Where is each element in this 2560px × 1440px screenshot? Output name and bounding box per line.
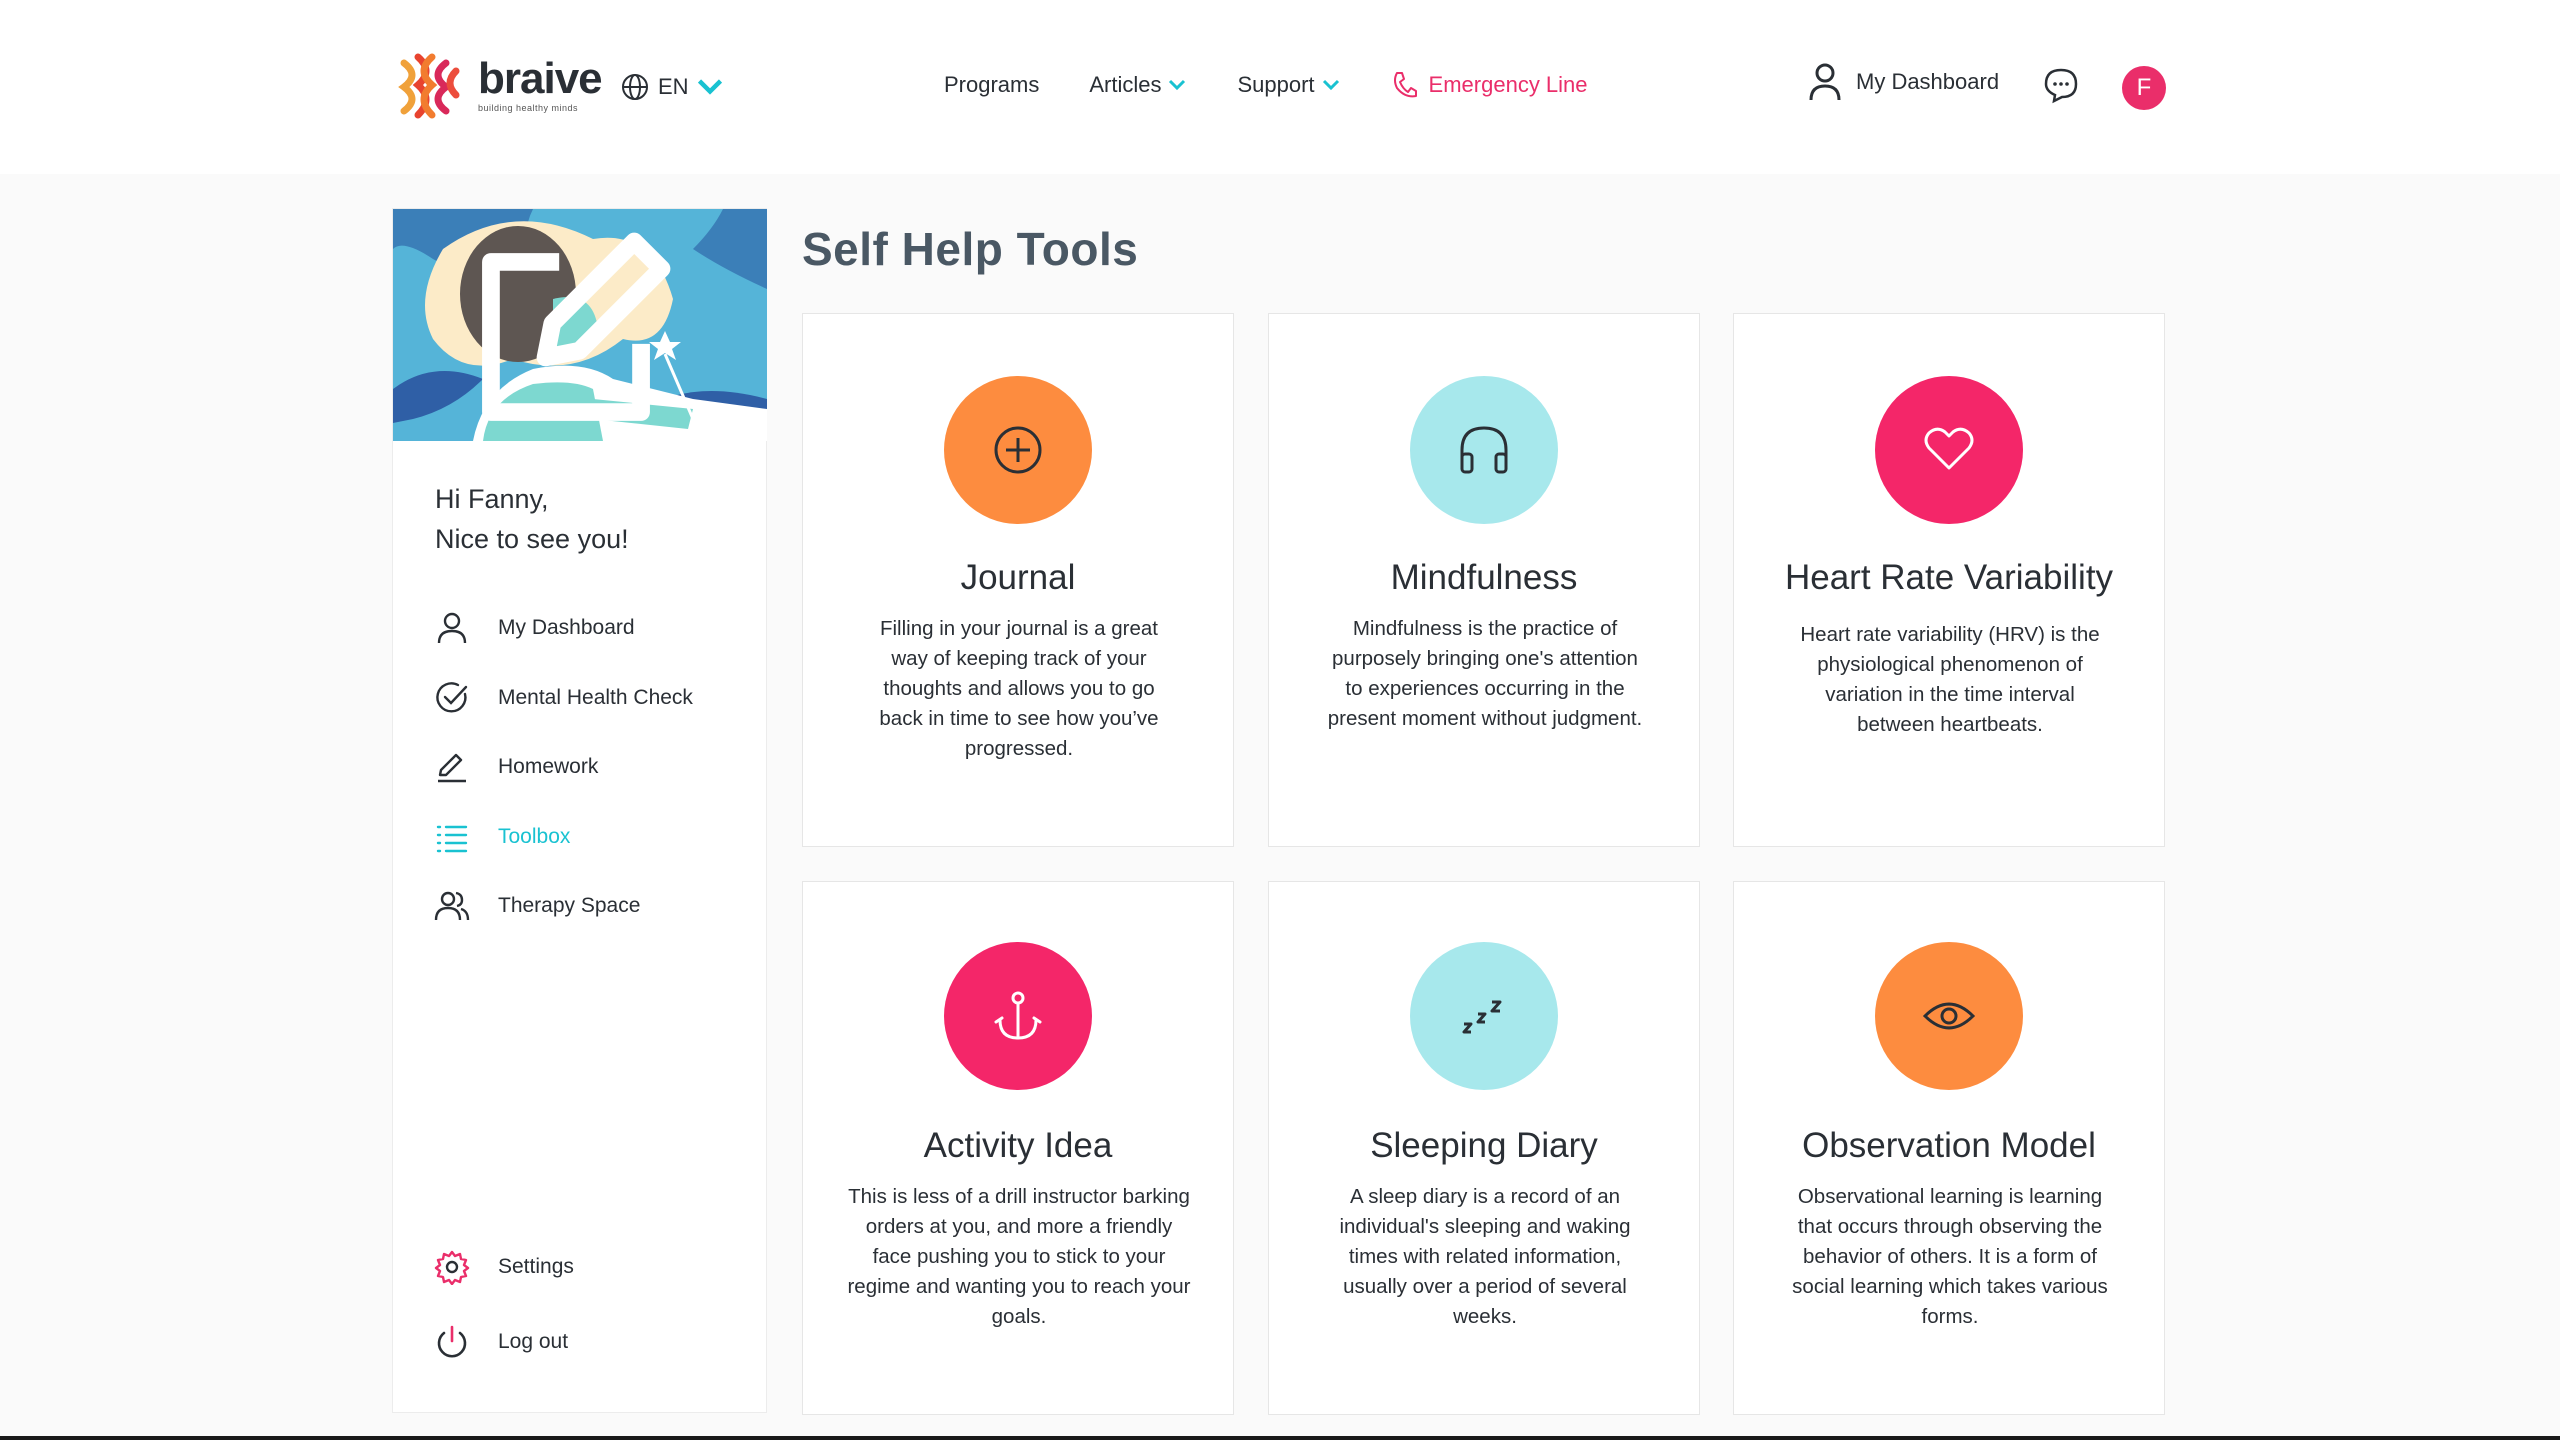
globe-icon	[622, 74, 648, 100]
nav-articles[interactable]: Articles	[1089, 72, 1187, 98]
sidebar-item-my-dashboard[interactable]: My Dashboard	[434, 610, 635, 646]
my-dashboard-link[interactable]: My Dashboard	[1808, 62, 1999, 102]
edit-icon[interactable]	[393, 221, 753, 441]
nav-support-label: Support	[1237, 72, 1315, 97]
eye-icon	[1922, 1002, 1976, 1030]
chat-icon[interactable]	[2042, 66, 2080, 104]
card-title: Observation Model	[1802, 1126, 2096, 1165]
mindfulness-icon-circle	[1410, 376, 1558, 524]
language-selector[interactable]: EN	[620, 72, 733, 102]
braive-logo-icon	[398, 53, 460, 119]
pencil-icon	[438, 753, 466, 783]
hrv-icon-circle	[1875, 376, 2023, 524]
sleep-icon-circle	[1410, 942, 1558, 1090]
chevron-down-icon	[1322, 79, 1339, 91]
plus-circle-icon	[994, 426, 1042, 474]
sidebar-item-label: Homework	[498, 755, 599, 778]
nav-emergency-label: Emergency Line	[1428, 72, 1588, 97]
logo-tagline: building healthy minds	[478, 103, 579, 113]
greeting-line-1: Hi Fanny,	[435, 484, 549, 514]
heart-icon	[1924, 427, 1974, 470]
chevron-down-icon	[1169, 79, 1186, 91]
gear-icon	[434, 1250, 470, 1285]
sidebar-item-logout[interactable]: Log out	[434, 1324, 568, 1360]
chevron-down-icon	[697, 79, 722, 95]
power-icon	[437, 1325, 467, 1358]
sidebar-item-label: My Dashboard	[498, 616, 635, 639]
card-title: Journal	[960, 558, 1076, 597]
sidebar-item-label: Mental Health Check	[498, 686, 693, 709]
card-description: Mindfulness is the practice of purposely…	[1327, 617, 1643, 730]
sidebar-item-homework[interactable]: Homework	[434, 749, 598, 785]
sidebar-item-mental-health-check[interactable]: Mental Health Check	[434, 680, 693, 716]
activity-icon-circle	[944, 942, 1092, 1090]
headphones-icon	[1460, 426, 1508, 474]
sidebar-item-toolbox[interactable]: Toolbox	[434, 819, 570, 855]
card-description: A sleep diary is a record of an individu…	[1339, 1185, 1631, 1328]
list-icon	[436, 825, 468, 853]
observation-icon-circle	[1875, 942, 2023, 1090]
logo-wordmark: braive	[478, 54, 603, 103]
tool-card-sleeping-diary[interactable]: Sleeping Diary A sleep diary is a record…	[1268, 881, 1700, 1415]
tool-card-mindfulness[interactable]: Mindfulness Mindfulness is the practice …	[1268, 313, 1700, 847]
sidebar-item-label: Settings	[498, 1255, 574, 1278]
card-title: Heart Rate Variability	[1784, 558, 2114, 597]
user-icon	[1809, 63, 1841, 101]
nav-emergency-line[interactable]: Emergency Line	[1391, 70, 1588, 100]
avatar[interactable]: F	[2122, 66, 2166, 110]
journal-icon-circle	[944, 376, 1092, 524]
braive-logo[interactable]: braive building healthy minds	[390, 45, 603, 125]
sidebar-item-settings[interactable]: Settings	[434, 1249, 574, 1285]
sidebar-item-label: Therapy Space	[498, 894, 641, 917]
sidebar-item-therapy-space[interactable]: Therapy Space	[434, 888, 640, 924]
profile-banner-illustration	[393, 209, 767, 441]
sidebar: Hi Fanny, Nice to see you!	[392, 208, 767, 1413]
card-title: Mindfulness	[1390, 558, 1578, 597]
sidebar-item-label: Toolbox	[498, 825, 571, 848]
card-description: This is less of a drill instructor barki…	[847, 1185, 1191, 1328]
zzz-icon	[1462, 1000, 1502, 1034]
phone-icon	[1393, 72, 1417, 98]
card-description: Observational learning is learning that …	[1792, 1185, 2108, 1328]
tool-card-journal[interactable]: Journal Filling in your journal is a gre…	[802, 313, 1234, 847]
greeting-line-2: Nice to see you!	[435, 524, 629, 554]
card-description: Filling in your journal is a great way o…	[879, 617, 1159, 760]
window-bottom-edge	[0, 1436, 2560, 1440]
anchor-icon	[994, 991, 1042, 1040]
main-navigation: Programs Articles Support Emergency Line	[944, 70, 1638, 100]
tool-card-activity-idea[interactable]: Activity Idea This is less of a drill in…	[802, 881, 1234, 1415]
check-circle-icon	[436, 682, 468, 713]
nav-programs[interactable]: Programs	[944, 72, 1039, 98]
card-title: Activity Idea	[923, 1126, 1113, 1165]
tool-card-observation-model[interactable]: Observation Model Observational learning…	[1733, 881, 2165, 1415]
my-dashboard-label: My Dashboard	[1856, 69, 2000, 94]
users-icon	[434, 891, 470, 921]
user-icon	[437, 612, 467, 644]
card-title: Sleeping Diary	[1370, 1126, 1598, 1165]
greeting: Hi Fanny, Nice to see you!	[435, 479, 629, 559]
language-label: EN	[658, 74, 689, 99]
tool-card-heart-rate-variability[interactable]: Heart Rate Variability Heart rate variab…	[1733, 313, 2165, 847]
sidebar-item-label: Log out	[498, 1330, 569, 1353]
top-navigation-bar: braive building healthy minds EN Program…	[0, 0, 2560, 174]
page-title: Self Help Tools	[802, 223, 1139, 275]
nav-support[interactable]: Support	[1237, 72, 1340, 98]
card-description: Heart rate variability (HRV) is the phys…	[1800, 623, 2100, 736]
nav-articles-label: Articles	[1089, 72, 1162, 97]
